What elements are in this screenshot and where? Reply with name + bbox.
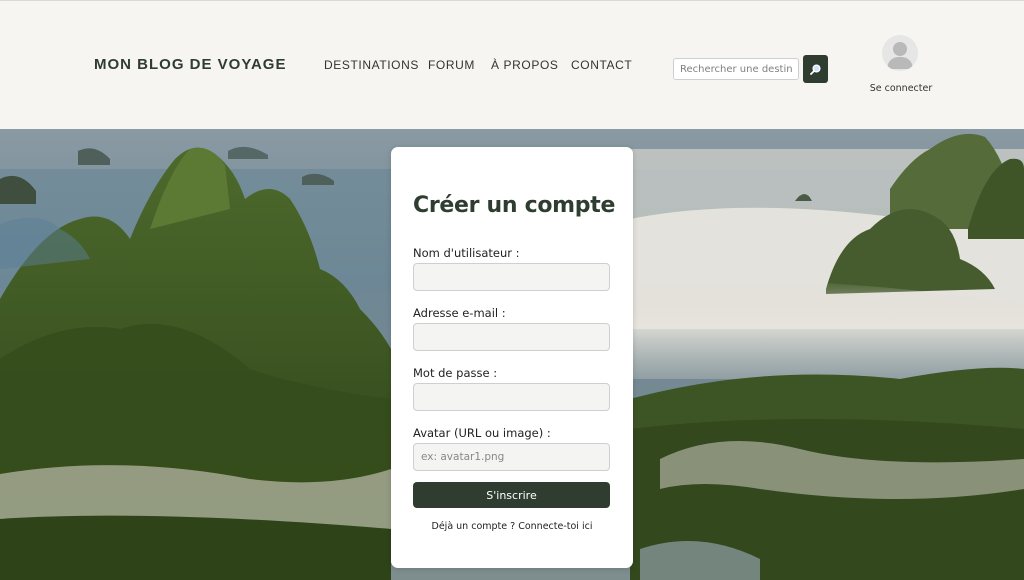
site-logo[interactable]: MON BLOG DE VOYAGE — [94, 56, 286, 73]
signin-link[interactable]: Connecte-toi ici — [518, 521, 592, 532]
nav-link-forum[interactable]: FORUM — [428, 58, 475, 72]
password-field[interactable] — [413, 383, 610, 411]
signin-prompt: Déjà un compte ? Connecte-toi ici — [391, 521, 633, 532]
signup-card: Créer un compte Nom d'utilisateur : Adre… — [391, 147, 633, 568]
avatar-field[interactable] — [413, 443, 610, 471]
search-button[interactable] — [803, 55, 828, 83]
username-label: Nom d'utilisateur : — [413, 246, 520, 260]
form-title: Créer un compte — [413, 193, 616, 218]
user-avatar[interactable] — [882, 35, 918, 71]
nav-link-destinations[interactable]: DESTINATIONS — [324, 58, 419, 72]
email-label: Adresse e-mail : — [413, 306, 506, 320]
login-link[interactable]: Se connecter — [860, 83, 942, 94]
password-label: Mot de passe : — [413, 366, 498, 380]
site-header: MON BLOG DE VOYAGE DESTINATIONS FORUM À … — [0, 0, 1024, 129]
search-input[interactable] — [673, 58, 799, 80]
nav-link-contact[interactable]: CONTACT — [571, 58, 632, 72]
nav-link-a-propos[interactable]: À PROPOS — [491, 58, 558, 72]
signin-prompt-text: Déjà un compte ? — [431, 521, 516, 532]
email-field[interactable] — [413, 323, 610, 351]
search-icon — [810, 64, 821, 75]
avatar-label: Avatar (URL ou image) : — [413, 426, 551, 440]
signup-button[interactable]: S'inscrire — [413, 482, 610, 508]
username-field[interactable] — [413, 263, 610, 291]
user-avatar-icon — [887, 42, 913, 69]
